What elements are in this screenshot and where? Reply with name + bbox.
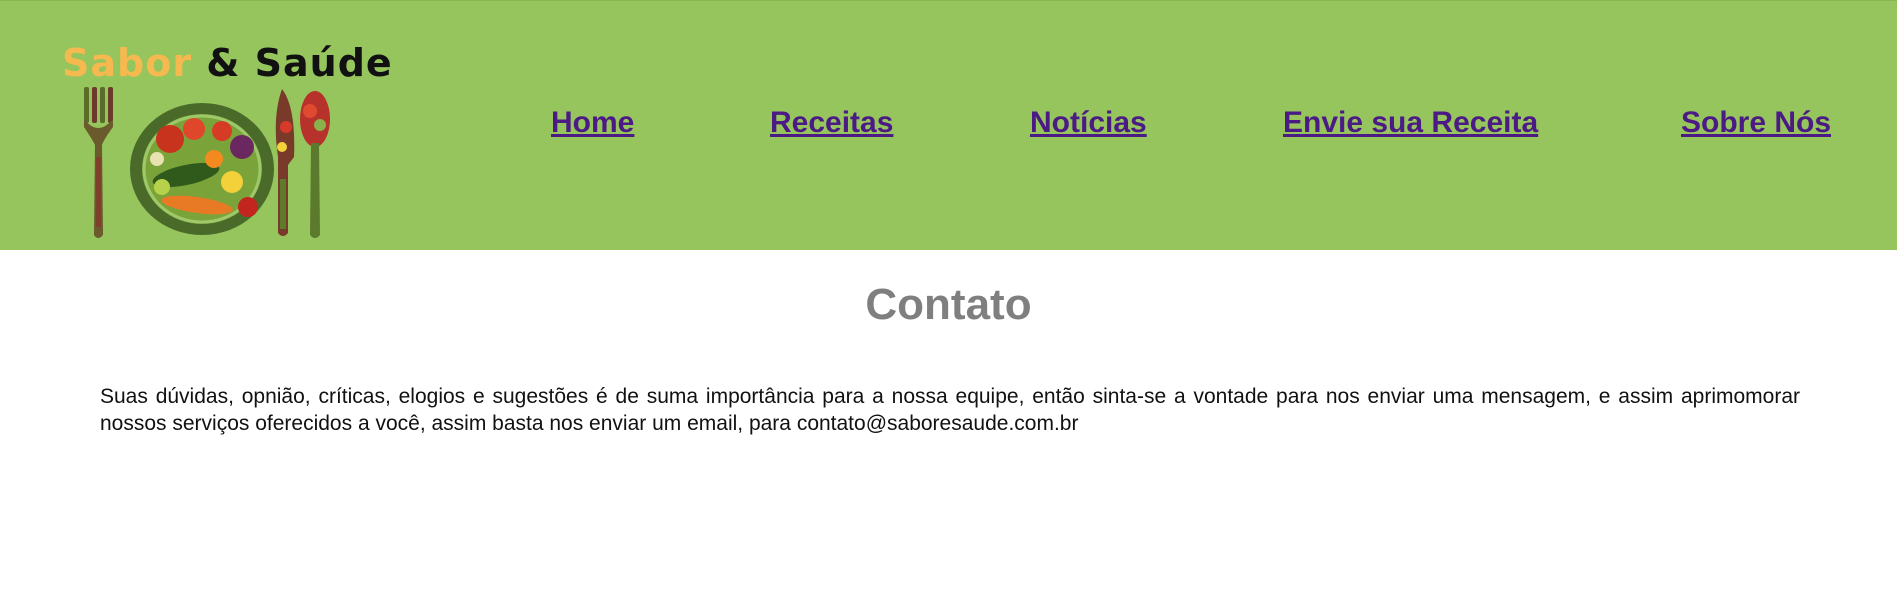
logo-word-saude: Saúde <box>254 41 393 85</box>
logo-word-sabor: Sabor <box>62 41 193 85</box>
nav-home-link[interactable]: Home <box>551 106 634 140</box>
page-title: Contato <box>865 280 1032 329</box>
nav-sobre-nos-link[interactable]: Sobre Nós <box>1681 106 1831 140</box>
site-header: Sabor & Saúde Home Receitas Notícias Env… <box>0 0 1897 250</box>
logo-wordmark: Sabor & Saúde <box>62 41 393 85</box>
logo-ampersand: & <box>206 41 241 85</box>
contact-paragraph: Suas dúvidas, opnião, críticas, elogios … <box>100 385 1800 435</box>
nav-noticias-link[interactable]: Notícias <box>1030 106 1147 140</box>
nav-receitas-link[interactable]: Receitas <box>770 106 893 140</box>
nav-envie-receita-link[interactable]: Envie sua Receita <box>1283 106 1538 140</box>
main-nav: Home Receitas Notícias Envie sua Receita… <box>0 106 1897 146</box>
